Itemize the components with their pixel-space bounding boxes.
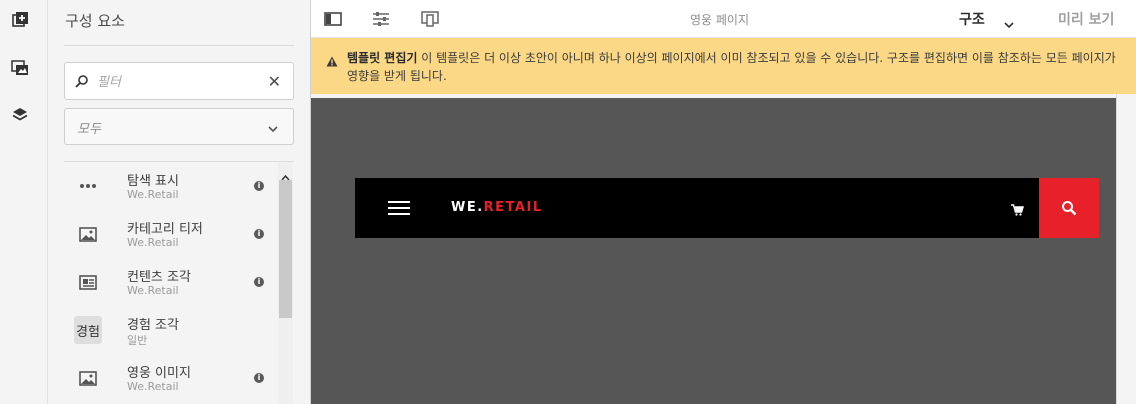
preview-button[interactable]: 미리 보기 — [1058, 9, 1114, 29]
top-toolbar: 영웅 페이지 구조 미리 보기 — [311, 0, 1136, 38]
page-properties-icon[interactable] — [370, 9, 392, 29]
info-icon[interactable]: i — [254, 277, 264, 287]
warning-icon — [326, 52, 338, 71]
search-icon — [75, 73, 89, 92]
info-icon[interactable]: i — [254, 373, 264, 383]
text-thumb: 경험 — [74, 316, 102, 344]
info-icon[interactable]: i — [254, 181, 264, 191]
panel-title: 구성 요소 — [65, 12, 125, 30]
site-logo: WE.RETAIL — [451, 200, 543, 215]
more-horizontal-icon — [74, 172, 102, 200]
content-fragment-icon — [74, 268, 102, 296]
assets-icon[interactable] — [10, 58, 30, 78]
component-group: 일반 — [127, 334, 148, 347]
list-item[interactable]: 컨텐츠 조각 We.Retail i — [64, 258, 278, 306]
logo-part-2: RETAIL — [483, 200, 543, 215]
components-panel: 구성 요소 ✕ 모두 탐색 표시 We.Retail i — [48, 0, 311, 404]
logo-part-1: WE. — [451, 200, 484, 215]
component-name: 영웅 이미지 — [127, 366, 191, 381]
site-header-component[interactable]: WE.RETAIL — [355, 178, 1099, 238]
component-name: 카테고리 티저 — [127, 222, 203, 237]
image-icon — [74, 364, 102, 392]
info-icon[interactable]: i — [254, 229, 264, 239]
filter-input[interactable] — [97, 72, 267, 92]
clear-icon[interactable]: ✕ — [268, 72, 281, 91]
list-item[interactable]: 경험 경험 조각 일반 — [64, 306, 278, 354]
add-components-icon[interactable] — [10, 10, 30, 30]
left-rail — [0, 0, 48, 404]
select-value: 모두 — [77, 122, 101, 137]
chevron-down-icon[interactable] — [1004, 14, 1014, 33]
component-name: 컨텐츠 조각 — [127, 270, 191, 285]
alert-message: 템플릿 편집기 이 템플릿은 더 이상 초안이 아니며 하나 이상의 페이지에서… — [347, 49, 1117, 85]
hamburger-menu-icon — [388, 201, 410, 215]
mode-selector[interactable]: 구조 — [959, 9, 985, 29]
layers-icon[interactable] — [10, 105, 30, 125]
image-icon — [74, 220, 102, 248]
component-group: We.Retail — [127, 188, 179, 201]
chevron-down-icon — [267, 120, 279, 139]
component-group: We.Retail — [127, 284, 179, 297]
page-title: 영웅 페이지 — [690, 13, 750, 27]
canvas-gutter — [1116, 94, 1136, 404]
toggle-side-panel-icon[interactable] — [322, 9, 344, 29]
component-name: 경험 조각 — [127, 318, 179, 333]
component-group-select[interactable]: 모두 — [64, 108, 294, 145]
alert-title: 템플릿 편집기 — [347, 51, 418, 65]
alert-text: 이 템플릿은 더 이상 초안이 아니며 하나 이상의 페이지에서 이미 참조되고… — [347, 51, 1116, 83]
emulator-icon[interactable] — [419, 9, 441, 29]
list-item[interactable]: 영웅 이미지 We.Retail i — [64, 354, 278, 402]
scrollbar[interactable] — [278, 162, 293, 404]
component-group: We.Retail — [127, 236, 179, 249]
template-editor: 구성 요소 ✕ 모두 탐색 표시 We.Retail i — [0, 0, 1136, 404]
list-item[interactable]: 탐색 표시 We.Retail i — [64, 162, 278, 210]
scrollbar-thumb[interactable] — [279, 180, 292, 318]
list-item[interactable]: 카테고리 티저 We.Retail i — [64, 210, 278, 258]
component-name: 탐색 표시 — [127, 174, 179, 189]
editor-canvas[interactable]: WE.RETAIL — [311, 94, 1116, 404]
filter-field[interactable]: ✕ — [64, 62, 294, 100]
component-list: 탐색 표시 We.Retail i 카테고리 티저 We.Retail i 컨텐… — [64, 162, 278, 404]
component-group: We.Retail — [127, 380, 179, 393]
site-search-button — [1039, 178, 1099, 238]
shopping-cart-icon — [1011, 201, 1025, 220]
template-alert: 템플릿 편집기 이 템플릿은 더 이상 초안이 아니며 하나 이상의 페이지에서… — [311, 38, 1136, 94]
divider — [64, 45, 294, 46]
